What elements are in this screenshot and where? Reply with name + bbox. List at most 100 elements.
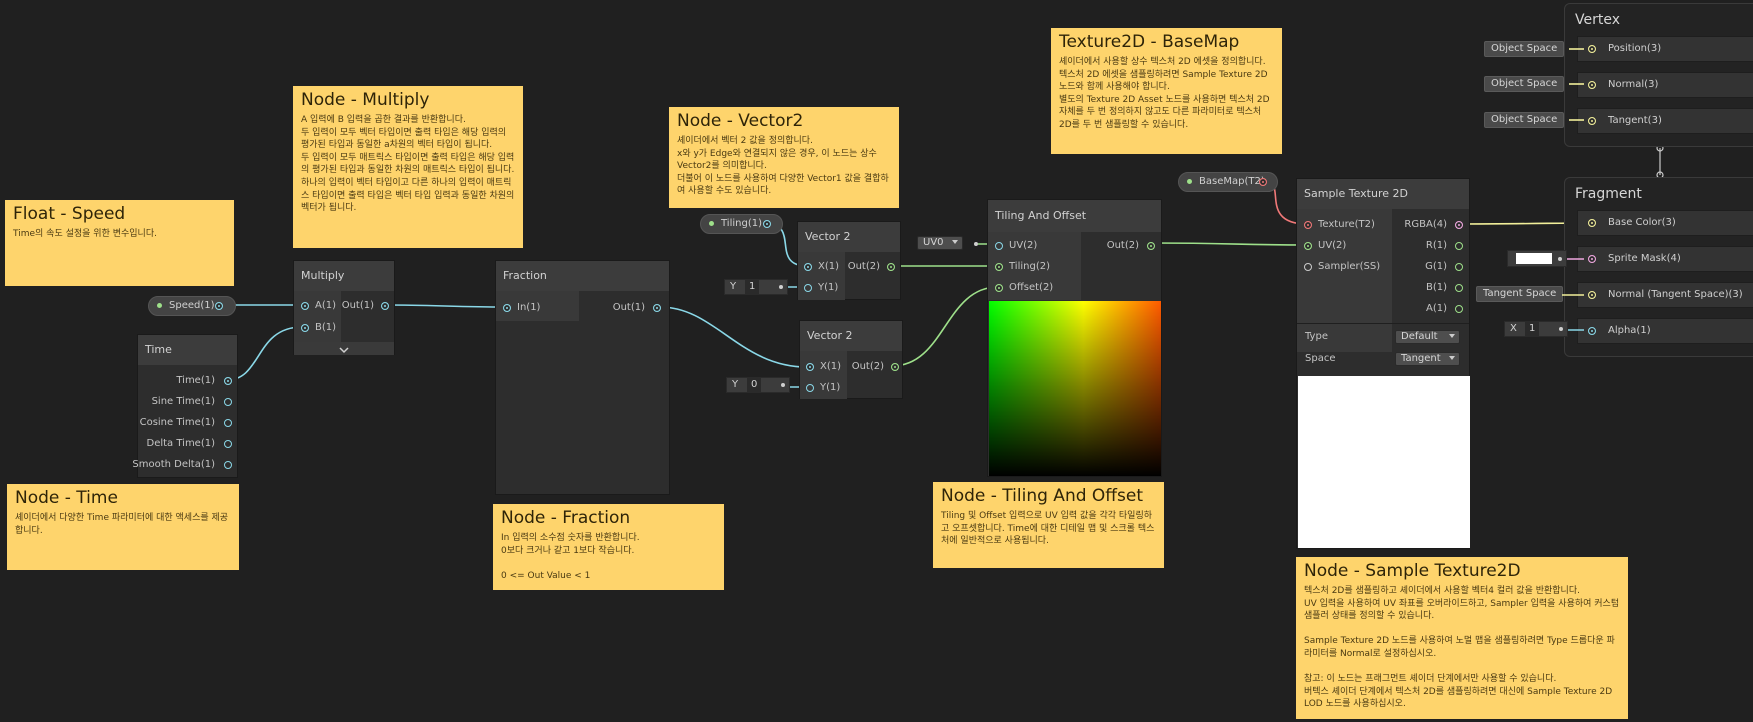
port-icon[interactable] — [1588, 327, 1596, 335]
note-title: Node - Multiply — [301, 90, 430, 110]
port-icon[interactable] — [1588, 291, 1596, 299]
note-vector2[interactable]: Node - Vector2 셰이더에서 벡터 2 값을 정의합니다. x와 y… — [669, 107, 899, 208]
port-icon[interactable] — [804, 284, 812, 292]
port-icon[interactable] — [1304, 242, 1312, 250]
fragment-block-base-color[interactable]: Base Color(3) — [1577, 210, 1753, 236]
sprite-mask-color-swatch[interactable] — [1507, 250, 1567, 267]
vector2b-y-field[interactable]: Y 0 — [726, 377, 790, 393]
dropdown-caret-icon — [1449, 356, 1455, 360]
port-icon[interactable] — [806, 384, 814, 392]
property-speed[interactable]: Speed(1) — [148, 296, 236, 316]
node-title[interactable]: Multiply — [294, 261, 394, 291]
position-space-chip[interactable]: Object Space — [1484, 41, 1565, 57]
dropdown-value: Tangent — [1401, 353, 1441, 364]
port-icon[interactable] — [215, 302, 223, 310]
property-basemap[interactable]: BaseMap(T2) — [1178, 172, 1278, 192]
note-float-speed[interactable]: Float - Speed Time의 속도 설정을 위한 변수입니다. — [5, 200, 234, 286]
fragment-block-normal-ts[interactable]: Normal (Tangent Space)(3) — [1577, 282, 1753, 308]
port-icon[interactable] — [1455, 284, 1463, 292]
field-value[interactable]: 0 — [747, 378, 762, 392]
node-title[interactable]: Time — [138, 335, 237, 365]
note-time[interactable]: Node - Time 셰이더에서 다양한 Time 파라미터에 대한 액세스를… — [7, 484, 239, 570]
settings-divider — [1297, 323, 1469, 324]
port-icon[interactable] — [995, 284, 1003, 292]
port-icon[interactable] — [1147, 242, 1155, 250]
port-icon[interactable] — [1588, 117, 1596, 125]
node-title[interactable]: Vector 2 — [798, 222, 900, 252]
node-time[interactable]: Time Time(1) Sine Time(1) Cosine Time(1)… — [132, 334, 238, 478]
vertex-block-normal[interactable]: Normal(3) — [1577, 72, 1753, 98]
port-icon[interactable] — [1588, 45, 1596, 53]
port-icon[interactable] — [1259, 178, 1267, 186]
normal-tangent-space-chip[interactable]: Tangent Space — [1476, 286, 1564, 302]
space-dropdown[interactable]: Tangent — [1395, 352, 1460, 366]
port-icon[interactable] — [1588, 81, 1596, 89]
port-icon[interactable] — [1455, 221, 1463, 229]
fragment-block-alpha[interactable]: Alpha(1) — [1577, 318, 1753, 344]
vertex-context[interactable]: Vertex Position(3) Normal(3) Tangent(3) — [1564, 3, 1753, 147]
collapse-chevron-icon[interactable] — [294, 342, 394, 355]
port-icon[interactable] — [1588, 255, 1596, 263]
port-icon[interactable] — [763, 220, 771, 228]
block-label: Position(3) — [1608, 43, 1662, 54]
vector2a-y-field[interactable]: Y 1 — [724, 279, 788, 295]
port-icon[interactable] — [1304, 221, 1312, 229]
alpha-x-field[interactable]: X 1 — [1504, 321, 1568, 337]
node-vector2-a[interactable]: Vector 2 X(1) Y(1) Out(2) — [797, 221, 901, 300]
normal-space-chip[interactable]: Object Space — [1484, 76, 1565, 92]
vertex-block-position[interactable]: Position(3) — [1577, 36, 1753, 62]
port-icon[interactable] — [995, 242, 1003, 250]
port-icon[interactable] — [804, 263, 812, 271]
fragment-context[interactable]: Fragment Base Color(3) Sprite Mask(4) No… — [1564, 177, 1753, 357]
port-icon[interactable] — [224, 440, 232, 448]
port-icon[interactable] — [381, 302, 389, 310]
node-sample-texture2d[interactable]: Sample Texture 2D Texture(T2) UV(2) Samp… — [1296, 178, 1470, 549]
port-icon[interactable] — [1455, 263, 1463, 271]
node-title[interactable]: Tiling And Offset — [988, 200, 1161, 232]
port-icon[interactable] — [1455, 305, 1463, 313]
vertex-block-tangent[interactable]: Tangent(3) — [1577, 108, 1753, 134]
output-a: A(1) — [1425, 303, 1447, 314]
block-label: Normal (Tangent Space)(3) — [1608, 289, 1743, 300]
field-value[interactable]: 1 — [745, 280, 760, 294]
port-icon[interactable] — [301, 302, 309, 310]
type-dropdown[interactable]: Default — [1395, 330, 1460, 344]
port-icon[interactable] — [1304, 263, 1312, 271]
port-icon[interactable] — [891, 363, 899, 371]
field-port-icon — [781, 383, 785, 387]
node-title[interactable]: Fraction — [496, 261, 669, 291]
node-multiply[interactable]: Multiply A(1) B(1) Out(1) — [293, 260, 395, 355]
port-icon[interactable] — [224, 398, 232, 406]
node-tiling-and-offset[interactable]: Tiling And Offset UV(2) Tiling(2) Offset… — [987, 199, 1162, 477]
port-icon[interactable] — [887, 263, 895, 271]
note-multiply[interactable]: Node - Multiply A 입력에 B 입력을 곱한 결과를 반환합니다… — [293, 86, 523, 248]
node-vector2-b[interactable]: Vector 2 X(1) Y(1) Out(2) — [799, 320, 903, 399]
port-icon[interactable] — [224, 419, 232, 427]
port-icon[interactable] — [995, 263, 1003, 271]
tangent-space-chip[interactable]: Object Space — [1484, 112, 1565, 128]
node-fraction[interactable]: Fraction In(1) Out(1) — [495, 260, 670, 495]
port-icon[interactable] — [301, 324, 309, 332]
wire-tiling-to-sample-uv — [1151, 242, 1308, 246]
node-title[interactable]: Sample Texture 2D — [1297, 179, 1469, 209]
note-fraction[interactable]: Node - Fraction In 입력의 소수점 숫자를 반환합니다. 0보… — [493, 504, 724, 590]
port-icon[interactable] — [806, 363, 814, 371]
port-icon[interactable] — [653, 304, 661, 312]
field-value[interactable]: 1 — [1525, 322, 1540, 336]
note-tiling-and-offset[interactable]: Node - Tiling And Offset Tiling 및 Offset… — [933, 482, 1164, 568]
port-icon[interactable] — [224, 377, 232, 385]
note-sample-texture2d[interactable]: Node - Sample Texture2D 텍스처 2D를 샘플링하고 셰이… — [1296, 557, 1628, 719]
input-sampler: Sampler(SS) — [1318, 261, 1381, 272]
fragment-block-sprite-mask[interactable]: Sprite Mask(4) — [1577, 246, 1753, 272]
port-icon[interactable] — [1455, 242, 1463, 250]
property-tiling[interactable]: Tiling(1) — [700, 214, 783, 234]
port-icon[interactable] — [503, 304, 511, 312]
uv-channel-dropdown[interactable]: UV0 — [917, 236, 963, 250]
port-icon[interactable] — [1588, 219, 1596, 227]
note-texture2d-basemap[interactable]: Texture2D - BaseMap 셰이더에서 사용할 상수 텍스처 2D … — [1051, 28, 1282, 154]
node-title[interactable]: Vector 2 — [800, 321, 902, 351]
input-in: In(1) — [517, 302, 541, 313]
input-tiling: Tiling(2) — [1009, 261, 1050, 272]
field-port-icon — [1559, 327, 1563, 331]
port-icon[interactable] — [224, 461, 232, 469]
